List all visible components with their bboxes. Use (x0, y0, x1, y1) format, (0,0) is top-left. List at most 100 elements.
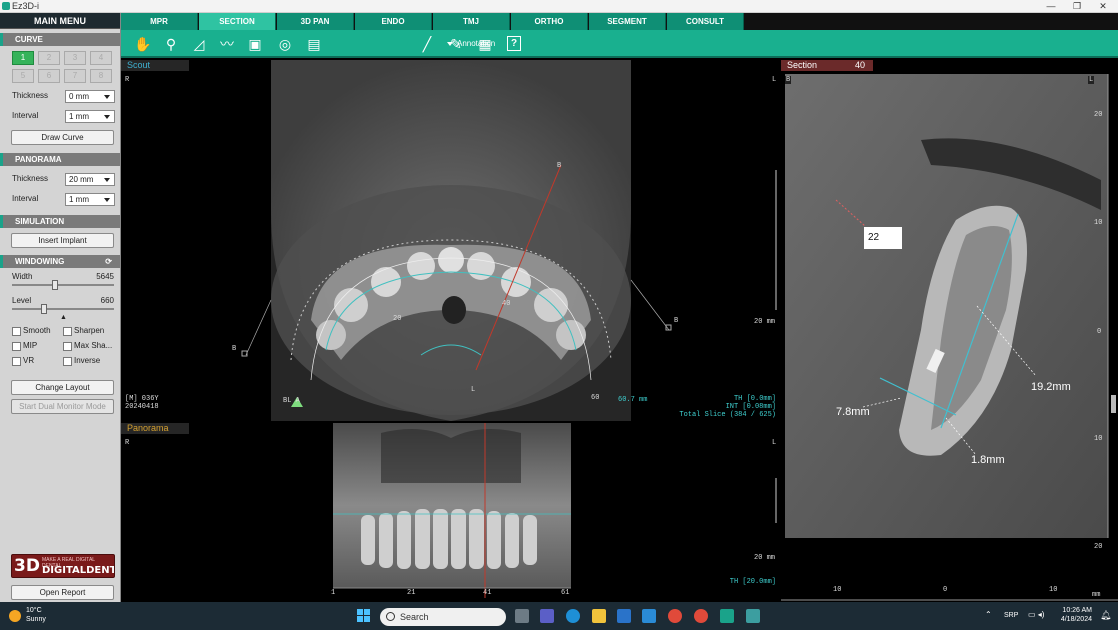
sharpen-checkbox[interactable]: Sharpen (63, 326, 104, 336)
taskbar-clock[interactable]: 10:26 AM 4/18/2024 (1061, 606, 1092, 624)
section-image (781, 74, 1118, 601)
chrome-profile-icon[interactable] (694, 609, 708, 623)
weather-widget[interactable]: 10°C Sunny (26, 606, 46, 624)
camera-icon[interactable]: ▣ (245, 35, 265, 53)
zoom-icon[interactable]: ⚲ (161, 35, 181, 53)
pan-hand-icon[interactable]: ✋ (133, 35, 153, 53)
tab-segment[interactable]: SEGMENT (589, 13, 666, 30)
tab-mpr[interactable]: MPR (121, 13, 198, 30)
tab-endo[interactable]: ENDO (355, 13, 432, 30)
panorama-l-marker: L (772, 439, 777, 447)
maximize-button[interactable]: ❐ (1064, 0, 1090, 13)
layers-icon[interactable]: ◎ (275, 35, 295, 53)
level-label: Level (12, 296, 32, 305)
network-volume-icon[interactable]: ▭ ◂) (1028, 610, 1044, 619)
panorama-ruler-1: 1 (331, 589, 336, 597)
display-options-icon[interactable]: ▤ (304, 35, 324, 53)
section-tag-box[interactable]: 22 (864, 227, 902, 249)
curve-header: CURVE (0, 33, 120, 46)
width-slider-track[interactable] (12, 284, 114, 286)
curve-thickness-label: Thickness (12, 91, 49, 100)
slice-thickness: TH [0.0mm] (733, 395, 776, 403)
panorama-thickness-select[interactable]: 20 mm (65, 173, 115, 186)
vr-checkbox[interactable]: VR (12, 356, 34, 366)
measure-1-8mm[interactable]: 1.8mm (971, 454, 1005, 466)
help-button[interactable]: ? (507, 36, 521, 51)
curve-8-button[interactable]: 8 (90, 69, 112, 83)
curve-interval-label: Interval (12, 111, 39, 120)
curve-2-button[interactable]: 2 (38, 51, 60, 65)
taskbar-search[interactable]: Search (380, 608, 506, 626)
arch-number-20: 20 (393, 315, 402, 323)
ez3d-taskbar-icon[interactable] (720, 609, 734, 623)
ruler-tool-icon[interactable]: ╱ (417, 35, 437, 53)
insert-implant-button[interactable]: Insert Implant (11, 233, 114, 248)
curve-5-button[interactable]: 5 (12, 69, 34, 83)
logo-3d-text: 3D (14, 556, 40, 576)
level-slider-track[interactable] (12, 308, 114, 310)
measure-19-2mm[interactable]: 19.2mm (1031, 381, 1071, 393)
file-explorer-icon[interactable] (592, 609, 606, 623)
scout-l-marker: L (772, 76, 777, 84)
digitaldent-logo: 3D MAKE A REAL DIGITAL DENTAL DIGITALDEN… (11, 554, 115, 578)
task-view-icon[interactable] (515, 609, 529, 623)
app-icon (2, 2, 10, 10)
open-report-button[interactable]: Open Report (11, 585, 114, 600)
section-viewport[interactable]: Section 40 B L 22 19.2mm 7.8mm 1.8mm 20 … (781, 60, 1118, 602)
tab-3d-pan[interactable]: 3D PAN (277, 13, 354, 30)
width-slider-thumb[interactable] (51, 280, 58, 290)
curve-1-button[interactable]: 1 (12, 51, 34, 65)
windowing-reset-icon[interactable]: ⟳ (105, 255, 112, 268)
smooth-checkbox[interactable]: Smooth (12, 326, 51, 336)
max-shade-checkbox[interactable]: Max Sha... (63, 341, 112, 351)
start-windows-icon[interactable] (357, 609, 371, 623)
section-number: 40 (855, 60, 866, 70)
weather-temp: 10°C (26, 607, 42, 614)
curve-interval-select[interactable]: 1 mm (65, 110, 115, 123)
language-indicator[interactable]: SRP (1004, 612, 1018, 619)
change-layout-button[interactable]: Change Layout (11, 380, 114, 395)
curve-3-button[interactable]: 3 (64, 51, 86, 65)
main-menu[interactable]: MAIN MENU (0, 13, 120, 29)
store-icon[interactable] (617, 609, 631, 623)
collapse-arrow-icon[interactable]: ▲ (60, 314, 67, 321)
level-slider-thumb[interactable] (40, 304, 47, 314)
scout-viewport[interactable]: Scout R L B B B L 20 40 BL A 60 60.7 mm … (121, 60, 779, 421)
tab-section[interactable]: SECTION (199, 13, 276, 30)
edge-icon[interactable] (566, 609, 580, 623)
teams-icon[interactable] (540, 609, 554, 623)
notification-bell-icon[interactable]: 🔔︎ (1100, 610, 1111, 621)
tab-consult[interactable]: CONSULT (667, 13, 744, 30)
windows-taskbar: 10°C Sunny Search ⌃ SRP ▭ ◂) 10:26 AM 4/… (0, 602, 1118, 630)
x-ruler-10-right: 10 (1049, 586, 1058, 594)
curve-4-button[interactable]: 4 (90, 51, 112, 65)
arch-length-measure: 60.7 mm (618, 396, 648, 404)
weather-sun-icon[interactable] (9, 610, 21, 622)
chrome-icon[interactable] (668, 609, 682, 623)
measure-7-8mm[interactable]: 7.8mm (836, 406, 870, 418)
level-slider-row: Level 660 (0, 294, 120, 314)
curve-7-button[interactable]: 7 (64, 69, 86, 83)
panorama-interval-select[interactable]: 1 mm (65, 193, 115, 206)
scout-b-label-right: B (674, 317, 679, 325)
tray-chevron-icon[interactable]: ⌃ (985, 610, 992, 619)
tab-tmj[interactable]: TMJ (433, 13, 510, 30)
section-l-marker: L (1088, 76, 1095, 84)
angle-icon[interactable]: ◿ (189, 35, 209, 53)
curve-thickness-select[interactable]: 0 mm (65, 90, 115, 103)
curve-6-button[interactable]: 6 (38, 69, 60, 83)
simulation-header: SIMULATION (0, 215, 120, 228)
mail-icon[interactable] (642, 609, 656, 623)
minimize-button[interactable]: — (1038, 0, 1064, 13)
inverse-checkbox[interactable]: Inverse (63, 356, 100, 366)
mip-checkbox[interactable]: MIP (12, 341, 37, 351)
dual-monitor-button[interactable]: Start Dual Monitor Mode (11, 399, 114, 414)
app-taskbar-icon[interactable] (746, 609, 760, 623)
panorama-viewport[interactable]: Panorama R L 20 mm TH [20.0mm] 1 21 41 6… (121, 423, 779, 602)
notes-icon[interactable]: ▦ (475, 35, 495, 53)
nerve-curve-icon[interactable]: 〰 (217, 35, 237, 53)
draw-curve-button[interactable]: Draw Curve (11, 130, 114, 145)
pen-tool-icon[interactable]: ✎ (446, 35, 466, 53)
close-button[interactable]: ✕ (1090, 0, 1116, 13)
tab-ortho[interactable]: ORTHO (511, 13, 588, 30)
